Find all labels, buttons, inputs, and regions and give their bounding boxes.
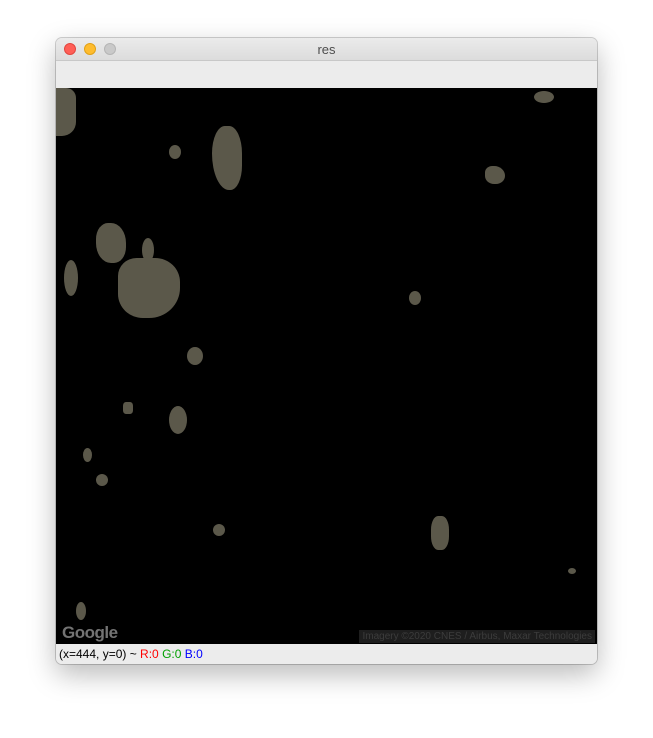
window-title: res <box>317 42 336 57</box>
app-window: res Google Imagery ©2020 CNES / Airbus, … <box>56 38 597 664</box>
blue-value: B:0 <box>184 647 203 661</box>
satellite-image[interactable]: Google Imagery ©2020 CNES / Airbus, Maxa… <box>56 88 597 644</box>
island <box>64 260 78 296</box>
green-value: G:0 <box>162 647 182 661</box>
island <box>534 91 554 103</box>
island <box>213 524 225 536</box>
island <box>169 406 187 434</box>
red-value: R:0 <box>140 647 159 661</box>
island <box>83 448 92 462</box>
island <box>142 238 154 262</box>
island <box>431 516 449 550</box>
map-attribution: Imagery ©2020 CNES / Airbus, Maxar Techn… <box>359 630 595 643</box>
island <box>96 474 108 486</box>
island <box>123 402 133 414</box>
toolbar <box>56 61 597 88</box>
island <box>96 223 126 263</box>
island <box>409 291 421 305</box>
island <box>118 258 180 318</box>
island <box>212 126 242 190</box>
map-logo: Google <box>62 623 118 642</box>
island <box>169 145 181 159</box>
coordinate-readout: (x=444, y=0) ~ <box>59 647 141 661</box>
island <box>568 568 576 574</box>
island <box>76 602 86 620</box>
island <box>485 166 505 184</box>
status-bar: (x=444, y=0) ~ R:0 G:0 B:0 <box>56 644 597 664</box>
island <box>187 347 203 365</box>
island <box>56 88 76 136</box>
title-bar[interactable]: res <box>56 38 597 61</box>
